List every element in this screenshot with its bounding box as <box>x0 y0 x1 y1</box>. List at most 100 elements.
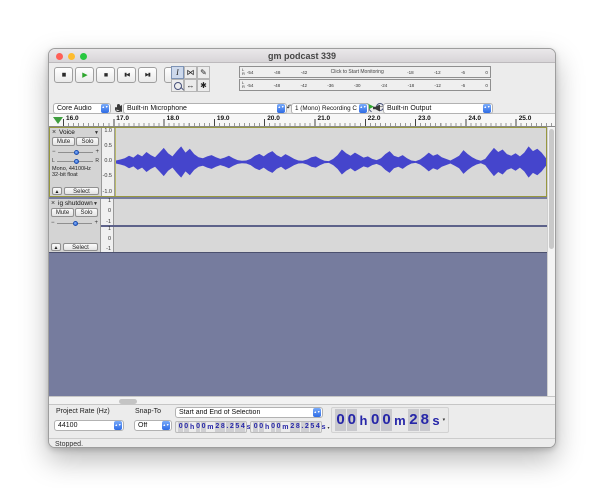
meter-scale-number: -42 <box>300 83 307 88</box>
time-digit[interactable]: 2 <box>408 409 418 431</box>
mute-button[interactable]: Mute <box>52 137 75 146</box>
playback-device-select[interactable]: Built-in Output ▲▼ <box>383 103 493 114</box>
select-track-button[interactable]: Select <box>63 243 98 251</box>
zoom-tool-button[interactable] <box>171 79 184 92</box>
time-digit[interactable]: . <box>301 422 304 432</box>
time-digit[interactable]: 2 <box>215 422 220 432</box>
time-digit[interactable]: 0 <box>276 422 281 432</box>
time-digit[interactable]: 2 <box>290 422 295 432</box>
time-digit[interactable]: 5 <box>310 422 315 432</box>
time-digit[interactable]: 0 <box>370 409 380 431</box>
draw-tool-button[interactable]: ✎ <box>197 66 210 79</box>
time-format-arrow-icon[interactable]: ▾ <box>443 417 446 423</box>
time-digit[interactable]: 0 <box>347 409 357 431</box>
time-digit[interactable]: 0 <box>335 409 345 431</box>
time-digit[interactable]: 0 <box>253 422 258 432</box>
selection-tool-icon: I <box>176 68 179 77</box>
audio-position-display[interactable]: 00h00m28s▾ <box>331 407 449 433</box>
pan-thumb[interactable] <box>74 159 79 164</box>
skip-to-start-button[interactable]: ▮◀ <box>117 67 136 83</box>
selection-end-field[interactable]: 00h00m28.254s▾ <box>250 421 322 433</box>
time-digit[interactable]: 8 <box>295 422 300 432</box>
stop-button[interactable]: ■ <box>96 67 115 83</box>
close-track-icon[interactable]: × <box>52 129 59 136</box>
recording-device-select[interactable]: Built-in Microphone ▲▼ <box>123 103 287 114</box>
channel-left-content[interactable] <box>114 199 547 225</box>
play-button[interactable]: ▶ <box>75 67 94 83</box>
time-digit[interactable]: 8 <box>420 409 430 431</box>
selection-start-field[interactable]: 00h00m28.254s▾ <box>175 421 247 433</box>
solo-button[interactable]: Solo <box>76 137 99 146</box>
gain-slider[interactable] <box>58 152 94 153</box>
track-area: × Voice ▼ Mute Solo − + L R <box>49 127 555 396</box>
mute-button[interactable]: Mute <box>51 208 74 217</box>
selection-mode-select[interactable]: Start and End of Selection ▲▼ <box>175 407 323 418</box>
vertical-scrollbar[interactable] <box>547 127 555 396</box>
recording-channels-select[interactable]: 1 (Mono) Recording C... ▲▼ <box>291 103 369 114</box>
vertical-scrollbar-thumb[interactable] <box>549 129 554 249</box>
title-bar[interactable]: gm podcast 339 <box>49 49 555 63</box>
time-digit[interactable]: 2 <box>304 422 309 432</box>
time-digit[interactable]: 4 <box>315 422 320 432</box>
collapse-track-icon[interactable]: ▲ <box>51 243 61 251</box>
timeline-options-icon[interactable] <box>53 117 63 124</box>
close-track-icon[interactable]: × <box>51 200 58 207</box>
time-digit[interactable]: 5 <box>235 422 240 432</box>
vertical-scale-ruler[interactable]: 1.0 0.5 0.0 -0.5 -1.0 <box>102 128 115 196</box>
time-digit[interactable]: 0 <box>259 422 264 432</box>
meter-scale-number: 0 <box>485 70 488 75</box>
recording-meter-channel-labels: L R <box>242 68 245 76</box>
time-digit[interactable]: 8 <box>220 422 225 432</box>
gain-slider[interactable] <box>57 223 93 224</box>
project-rate-select[interactable]: 44100 ▲▼ <box>54 420 124 431</box>
horizontal-scrollbar[interactable] <box>49 396 555 405</box>
channel-right[interactable]: 1 0 -1 <box>101 227 547 253</box>
gain-thumb[interactable] <box>74 150 79 155</box>
audio-host-select[interactable]: Core Audio ▲▼ <box>53 103 111 114</box>
track-name[interactable]: ig shutdown <box>58 200 93 207</box>
time-digit[interactable]: 2 <box>229 422 234 432</box>
solo-button[interactable]: Solo <box>75 208 98 217</box>
time-digit[interactable]: 0 <box>271 422 276 432</box>
playback-meter-channel-labels: L R <box>242 81 245 89</box>
time-digit[interactable]: . <box>226 422 229 432</box>
time-digit[interactable]: 0 <box>178 422 183 432</box>
time-format-arrow-icon[interactable]: ▾ <box>327 425 329 430</box>
multi-tool-button[interactable]: ✱ <box>197 79 210 92</box>
channel-right-content[interactable] <box>114 227 547 253</box>
track-voice-waveform-area[interactable] <box>115 128 546 196</box>
selection-tool-button[interactable]: I <box>171 66 184 79</box>
time-digit[interactable]: 4 <box>240 422 245 432</box>
monitoring-overlay-text[interactable]: Click to Start Monitoring <box>328 69 387 75</box>
track-menu-icon[interactable]: ▼ <box>94 130 99 136</box>
meter-scale-number: 0 <box>485 83 488 88</box>
envelope-tool-button[interactable]: ⋈ <box>184 66 197 79</box>
close-window-button[interactable] <box>56 53 63 60</box>
time-digit[interactable]: 0 <box>196 422 201 432</box>
vertical-scale-ruler[interactable]: 1 0 -1 <box>101 227 114 253</box>
time-shift-tool-button[interactable]: ↔ <box>184 79 197 92</box>
snap-to-select[interactable]: Off ▲▼ <box>134 420 172 431</box>
channel-left[interactable]: 1 0 -1 <box>101 199 547 225</box>
horizontal-scrollbar-thumb[interactable] <box>119 399 137 404</box>
time-digit[interactable]: 0 <box>184 422 189 432</box>
playback-meter[interactable]: L R -54-48-42-36-30-24-18-12-60 <box>239 79 491 91</box>
time-digit[interactable]: 0 <box>381 409 391 431</box>
time-digit[interactable]: 0 <box>201 422 206 432</box>
track-menu-icon[interactable]: ▼ <box>93 201 98 207</box>
timeline-ruler[interactable]: 16.017.018.019.020.021.022.023.024.025.0 <box>49 114 555 127</box>
minimize-window-button[interactable] <box>68 53 75 60</box>
pan-slider[interactable] <box>57 161 94 162</box>
collapse-track-icon[interactable]: ▲ <box>52 187 62 195</box>
pause-button[interactable]: ▮▮ <box>54 67 73 83</box>
gain-thumb[interactable] <box>73 221 78 226</box>
meter-scale-number: -54 <box>247 70 254 75</box>
select-track-button[interactable]: Select <box>64 187 99 195</box>
skip-to-end-button[interactable]: ▶▮ <box>138 67 157 83</box>
zoom-window-button[interactable] <box>80 53 87 60</box>
recording-device-value: Built-in Microphone <box>127 105 275 112</box>
track-name[interactable]: Voice <box>59 129 94 136</box>
vertical-scale-ruler[interactable]: 1 0 -1 <box>101 199 114 225</box>
recording-meter[interactable]: L R -54-48-42Click to Start Monitoring-1… <box>239 66 491 78</box>
gain-plus-label: + <box>94 221 98 225</box>
